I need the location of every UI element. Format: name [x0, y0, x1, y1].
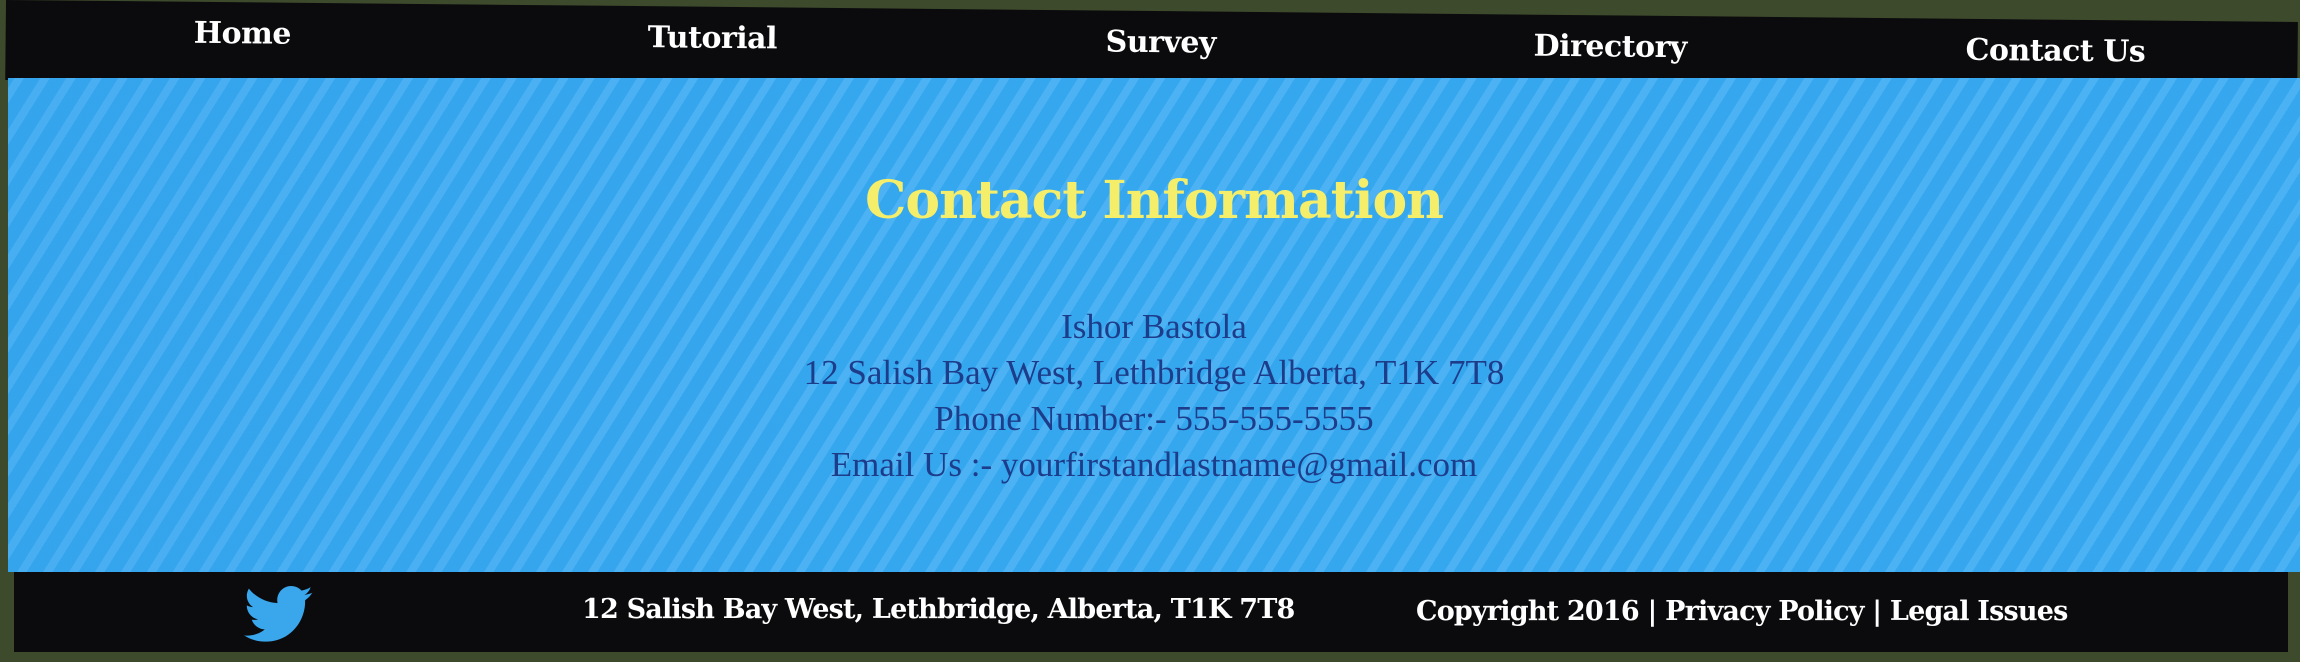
legal-issues-link[interactable]: Legal Issues	[1890, 596, 2068, 627]
contact-details: Ishor Bastola 12 Salish Bay West, Lethbr…	[8, 304, 2300, 488]
page-title: Contact Information	[865, 170, 1444, 231]
twitter-icon[interactable]	[243, 586, 314, 644]
footer-separator: |	[1872, 596, 1882, 627]
footer-links: Copyright 2016 | Privacy Policy | Legal …	[1416, 596, 2068, 627]
contact-address: 12 Salish Bay West, Lethbridge Alberta, …	[803, 353, 1505, 392]
contact-email[interactable]: Email Us :- yourfirstandlastname@gmail.c…	[8, 442, 2300, 488]
page-footer: 12 Salish Bay West, Lethbridge, Alberta,…	[14, 572, 2288, 652]
nav-home-link[interactable]: Home	[194, 16, 292, 52]
nav-contact-us-link[interactable]: Contact Us	[1965, 33, 2145, 70]
footer-address: 12 Salish Bay West, Lethbridge, Alberta,…	[582, 594, 1295, 625]
privacy-policy-link[interactable]: Privacy Policy	[1665, 596, 1864, 627]
nav-directory-link[interactable]: Directory	[1533, 29, 1687, 65]
nav-tutorial-link[interactable]: Tutorial	[648, 20, 778, 56]
footer-separator: |	[1647, 596, 1657, 627]
nav-survey-link[interactable]: Survey	[1105, 25, 1216, 61]
footer-copyright: Copyright 2016	[1416, 596, 1640, 627]
contact-phone: Phone Number:- 555-555-5555	[934, 399, 1374, 438]
contact-section: Contact Information Ishor Bastola 12 Sal…	[8, 78, 2300, 572]
contact-name: Ishor Bastola	[1061, 307, 1247, 346]
page-frame: Home Tutorial Survey Directory Contact U…	[0, 0, 2300, 662]
